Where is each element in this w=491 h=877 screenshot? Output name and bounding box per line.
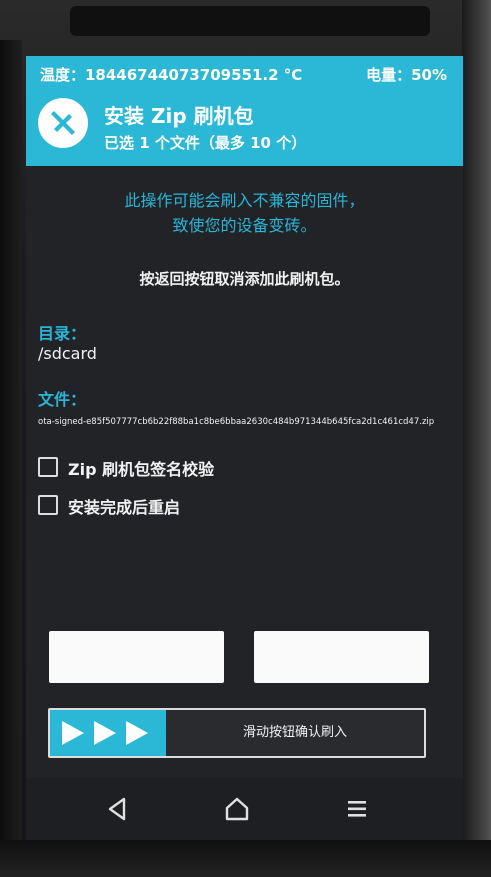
page-subtitle: 已选 1 个文件（最多 10 个） [104, 134, 307, 152]
page-title: 安装 Zip 刷机包 [104, 104, 254, 128]
signature-verify-checkbox[interactable] [38, 457, 58, 477]
right-action-button[interactable] [254, 631, 429, 683]
menu-icon[interactable] [343, 796, 371, 822]
reboot-after-install-label: 安装完成后重启 [68, 498, 181, 517]
triple-arrow-icon [62, 721, 148, 745]
battery-readout: 电量：50% [366, 66, 447, 84]
recovery-screen: 温度：18446744073709551.2 °C 电量：50% 安装 Zip … [26, 56, 463, 840]
left-action-button[interactable] [49, 631, 224, 683]
home-icon[interactable] [223, 796, 251, 822]
back-triangle-icon[interactable] [104, 796, 132, 822]
warning-message: 此操作可能会刷入不兼容的固件， 致使您的设备变砖。 [26, 188, 463, 238]
file-label: 文件： [38, 390, 87, 409]
signature-verify-label: Zip 刷机包签名校验 [68, 460, 215, 479]
twrp-logo-icon [38, 98, 88, 148]
slider-handle[interactable] [50, 710, 166, 756]
device-bottom-bezel [0, 840, 491, 877]
reboot-after-install-checkbox[interactable] [38, 495, 58, 515]
back-hint: 按返回按钮取消添加此刷机包。 [139, 270, 350, 288]
page-header: 安装 Zip 刷机包 已选 1 个文件（最多 10 个） [26, 90, 463, 166]
navigation-bar [26, 778, 463, 840]
device-left-bezel [0, 40, 22, 877]
directory-label: 目录： [38, 324, 87, 343]
swipe-to-confirm-slider[interactable]: 滑动按钮确认刷入 [48, 708, 426, 758]
device-right-bezel [462, 0, 491, 877]
file-value: ota-signed-e85f507777cb6b22f88ba1c8be6bb… [38, 417, 435, 427]
slider-label: 滑动按钮确认刷入 [242, 725, 347, 740]
warning-line-2: 致使您的设备变砖。 [172, 216, 317, 235]
status-bar: 温度：18446744073709551.2 °C 电量：50% [26, 56, 463, 90]
device-top-bezel [70, 6, 430, 36]
directory-value: /sdcard [38, 344, 97, 363]
temperature-readout: 温度：18446744073709551.2 °C [40, 66, 303, 84]
warning-line-1: 此操作可能会刷入不兼容的固件， [124, 191, 365, 210]
